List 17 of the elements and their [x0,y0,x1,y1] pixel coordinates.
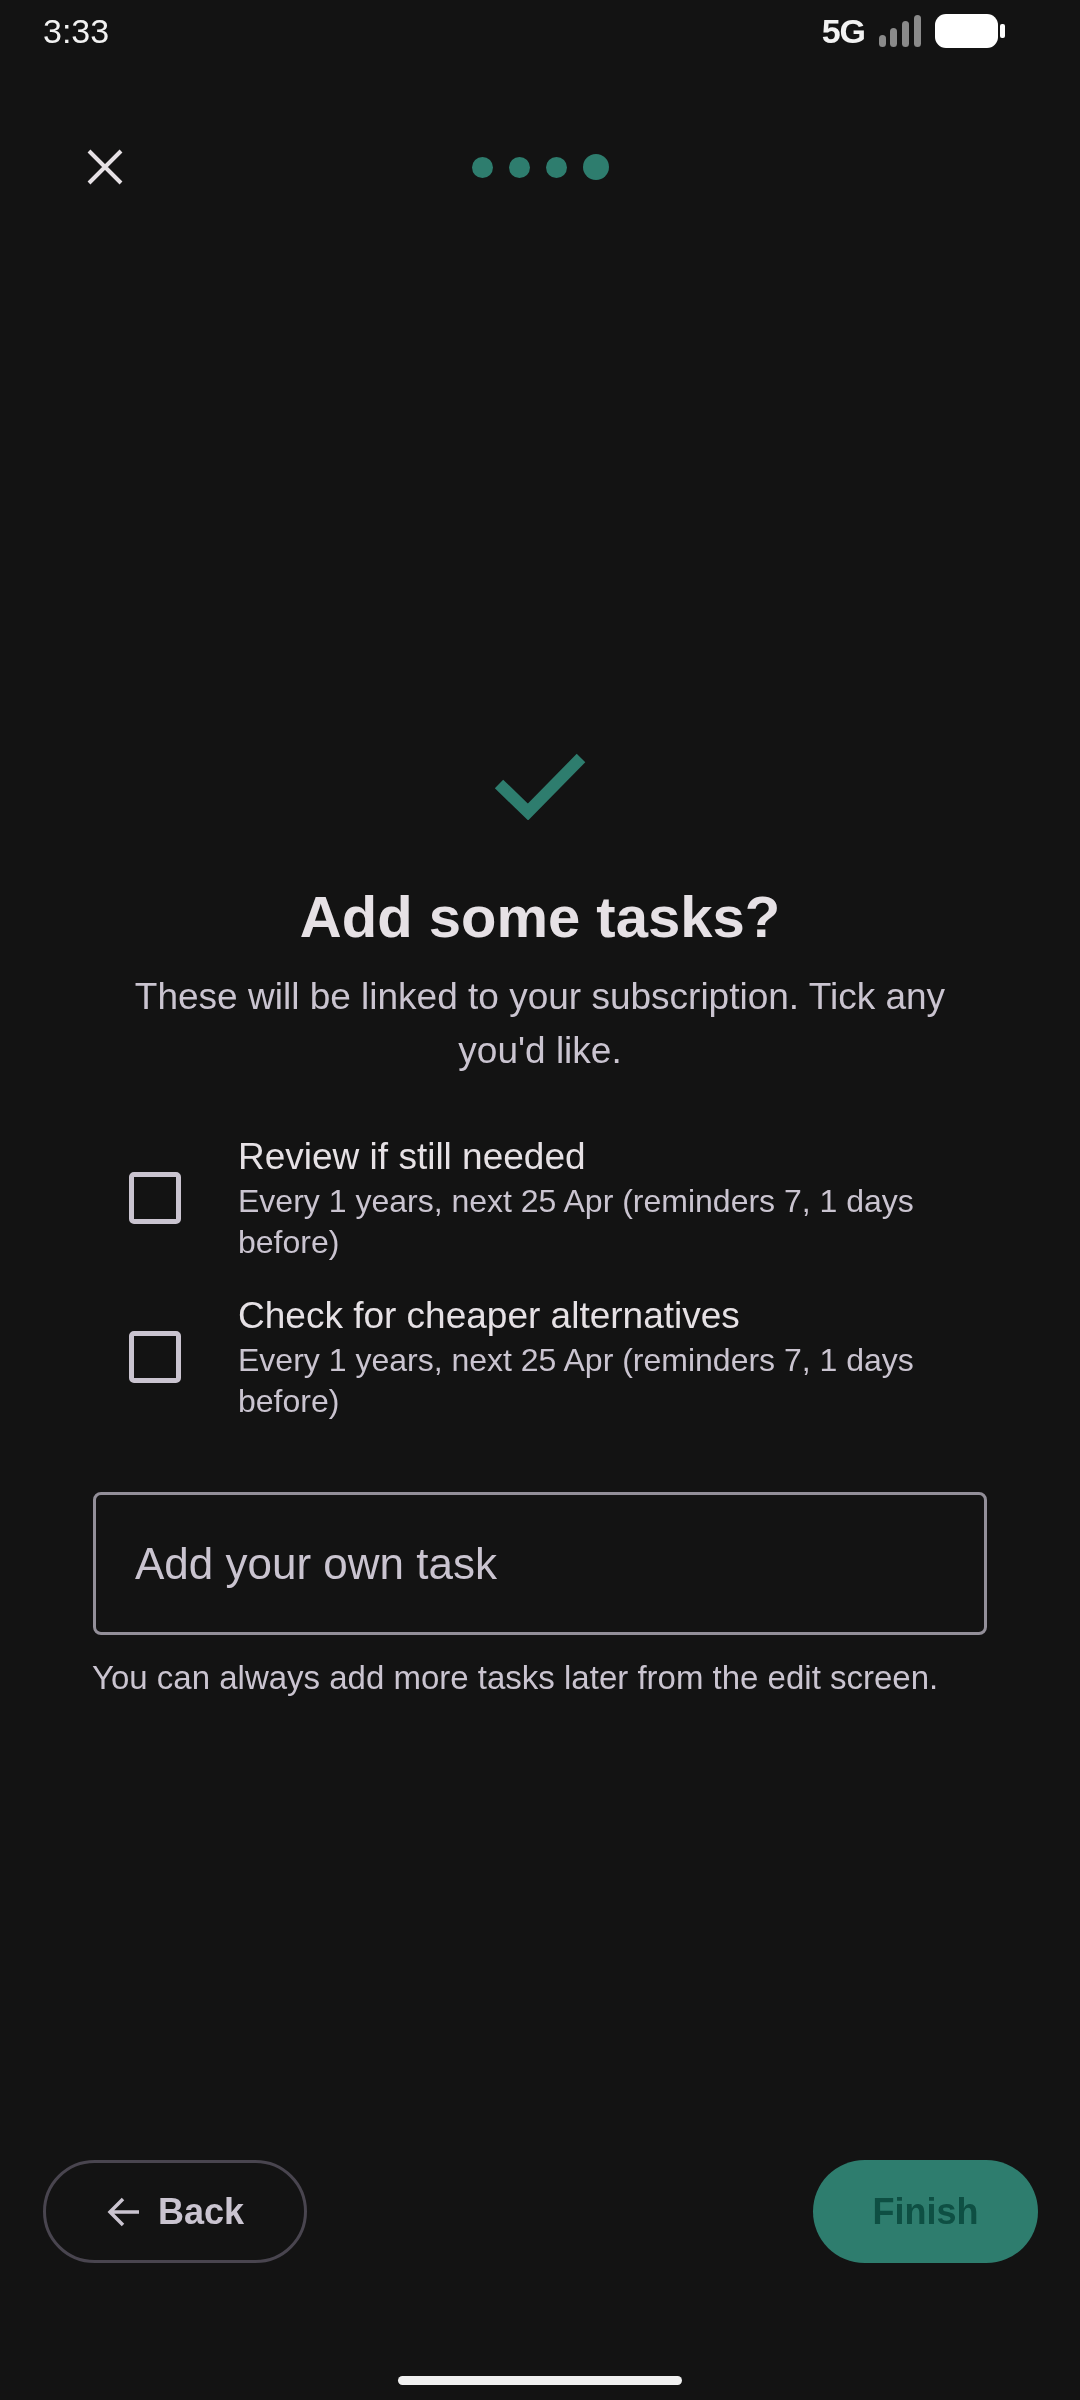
close-icon[interactable] [87,149,123,185]
hint-text: You can always add more tasks later from the edit screen. [91,1658,940,1698]
signal-icon [879,15,921,47]
input-field[interactable]: Add your own task [93,1492,987,1635]
battery-icon [935,14,1005,48]
network-type: 5G [821,11,865,51]
task-title: Check for cheaper alternatives [238,1294,741,1338]
page-title: Add some tasks? [299,883,781,951]
checkbox[interactable] [129,1172,181,1224]
task-detail: Every 1 years, next 25 Apr (reminders 7, 1 days before) [238,1341,915,1421]
checkbox[interactable] [129,1331,181,1383]
page-subtitle: These will be linked to your subscription. Tick any you'd like. [133,975,947,1073]
status-time: 3:33 [43,11,110,51]
task-title: Review if still needed [238,1135,587,1179]
back-button[interactable]: Back [43,2160,307,2263]
arrow-left-icon [105,2196,140,2227]
task-detail: Every 1 years, next 25 Apr (reminders 7, 1 days before) [238,1182,915,1262]
